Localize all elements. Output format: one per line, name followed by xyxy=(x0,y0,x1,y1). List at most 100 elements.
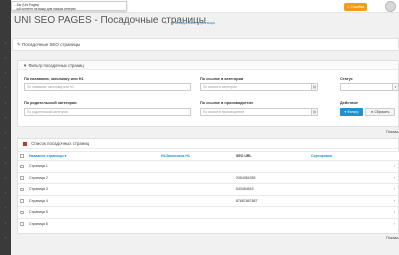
row-select-cell xyxy=(18,194,26,207)
row-name: Страница 6 xyxy=(26,217,158,230)
select-all-cell xyxy=(18,151,26,161)
pagination-info-top: Показа xyxy=(386,130,399,134)
sidebar-icon[interactable]: › xyxy=(0,115,11,120)
pagination-info-bottom: Показа xyxy=(386,236,399,240)
row-name: Страница 2 xyxy=(26,171,158,184)
row-checkbox[interactable] xyxy=(20,222,24,226)
edit-icon[interactable]: › xyxy=(373,160,399,172)
sidebar-icon[interactable]: › xyxy=(0,100,11,105)
subpanel-title: Посадочные SEO страницы xyxy=(22,42,81,47)
reset-button[interactable]: ✕ Сбросить xyxy=(365,108,395,116)
column-action-header xyxy=(373,151,399,161)
filter-status-select[interactable]: ▾ xyxy=(340,83,399,91)
column-h1-header[interactable]: H1/Заголовок H1 xyxy=(158,151,233,161)
table-row: Страница 4 87687667687 › xyxy=(18,194,399,207)
table-row: Страница 3 543454543 › xyxy=(18,183,399,195)
filter-panel: ▼ Фильтр посадочных страниц По названию,… xyxy=(17,60,399,127)
filter-button[interactable]: ▾ Фильтр xyxy=(340,108,363,116)
filter-manufacturer-placeholder: По ссылке в производителе xyxy=(203,110,245,114)
sidebar-icon[interactable]: › xyxy=(0,190,11,195)
row-name: Страница 4 xyxy=(26,194,158,207)
row-h1 xyxy=(158,183,233,195)
row-url xyxy=(233,206,308,218)
row-select-cell xyxy=(18,160,26,172)
chevron-down-icon: ▾ xyxy=(392,84,398,90)
row-h1 xyxy=(158,217,233,230)
reset-icon: ✕ xyxy=(370,110,374,114)
tooltip-line: ...ый контент на вашу для поиска интерес xyxy=(14,7,76,11)
column-url-header: SEO URL xyxy=(233,151,308,161)
edit-icon[interactable]: › xyxy=(373,183,399,195)
row-checkbox[interactable] xyxy=(20,164,24,169)
edit-icon[interactable]: › xyxy=(373,194,399,207)
sidebar-icon[interactable]: › xyxy=(0,220,11,225)
row-name: Страница 1 xyxy=(26,160,158,172)
sidebar-icon[interactable]: › xyxy=(0,235,11,240)
subpanel-heading: ✎ Посадочные SEO страницы xyxy=(12,38,399,51)
table-header-row: Название страницы ▾ H1/Заголовок H1 SEO … xyxy=(18,151,399,161)
row-h1 xyxy=(158,206,233,218)
edit-icon[interactable]: › xyxy=(373,171,399,184)
row-name: Страница 5 xyxy=(26,206,158,218)
row-h1 xyxy=(158,194,233,207)
pages-list-panel: Список посадочных страниц Название стран… xyxy=(17,138,399,234)
reset-button-label: Сбросить xyxy=(374,110,390,114)
top-bar: ...Ssr (Uni Pages) ...ый контент на вашу… xyxy=(11,0,399,13)
home-icon[interactable]: ⌂ xyxy=(165,20,167,25)
filter-actions-label: Действие xyxy=(340,101,358,105)
filter-parent-label: По родительской категории xyxy=(24,101,77,105)
filter-title: Фильтр посадочных страниц xyxy=(28,63,84,68)
row-select-cell xyxy=(18,171,26,184)
row-select-cell xyxy=(18,183,26,195)
warning-button[interactable]: ⚠ Ошибка xyxy=(344,3,367,11)
sidebar-icon[interactable]: › xyxy=(0,175,11,180)
sidebar-icon[interactable]: › xyxy=(0,85,11,90)
edit-icon[interactable]: › xyxy=(373,206,399,218)
breadcrumb-link[interactable]: Посадочные страницы xyxy=(173,20,215,25)
select-all-checkbox[interactable] xyxy=(20,154,24,158)
row-sort xyxy=(308,206,373,218)
row-sort xyxy=(308,183,373,195)
sidebar-icon[interactable]: › xyxy=(0,55,11,60)
sidebar-icon[interactable]: › xyxy=(0,40,11,45)
list-icon xyxy=(23,141,27,146)
row-checkbox[interactable] xyxy=(20,199,24,203)
pages-table: Название страницы ▾ H1/Заголовок H1 SEO … xyxy=(18,151,399,230)
breadcrumb: ⌂ › Посадочные страницы xyxy=(165,20,216,25)
filter-category-placeholder: По ссылке в категории xyxy=(203,85,237,89)
filter-manufacturer-label: По ссылке в производителе xyxy=(200,101,254,105)
edit-icon[interactable]: › xyxy=(373,217,399,230)
filter-status-label: Статус xyxy=(340,77,353,81)
row-h1 xyxy=(158,171,233,184)
column-sort-header[interactable]: Сортировка xyxy=(308,151,373,161)
filter-category-input[interactable]: По ссылке в категории ⛓ xyxy=(200,83,318,91)
list-header: Список посадочных страниц xyxy=(18,139,398,149)
row-url: 87687667687 xyxy=(233,194,308,207)
filter-header: ▼ Фильтр посадочных страниц xyxy=(18,61,398,70)
row-select-cell xyxy=(18,206,26,218)
row-h1 xyxy=(158,160,233,172)
sidebar-icon[interactable]: › xyxy=(0,70,11,75)
warning-label: Ошибка xyxy=(350,5,365,9)
sidebar-icon[interactable]: › xyxy=(0,160,11,165)
avatar[interactable] xyxy=(385,1,396,12)
table-row: Страница 6 › xyxy=(18,217,399,230)
row-checkbox[interactable] xyxy=(20,187,24,192)
funnel-icon: ▾ xyxy=(344,110,347,114)
filter-parent-input[interactable]: По родительской категории xyxy=(24,108,191,116)
filter-button-label: Фильтр xyxy=(347,110,359,114)
row-checkbox[interactable] xyxy=(20,210,24,215)
filter-manufacturer-input[interactable]: По ссылке в производителе ⛓ xyxy=(200,108,318,116)
row-select-cell xyxy=(18,217,26,230)
sidebar-icon[interactable]: › xyxy=(0,130,11,135)
sidebar-icon[interactable]: › xyxy=(0,145,11,150)
row-sort xyxy=(308,171,373,184)
row-name: Страница 3 xyxy=(26,183,158,195)
row-checkbox[interactable] xyxy=(20,176,24,180)
column-name-header[interactable]: Название страницы ▾ xyxy=(26,151,158,161)
table-row: Страница 2 2054354353 › xyxy=(18,171,399,184)
sidebar-icon[interactable]: › xyxy=(0,205,11,210)
filter-name-input[interactable]: По названию, заголовку или H1 xyxy=(24,83,191,91)
row-url xyxy=(233,160,308,172)
filter-icon: ▼ xyxy=(23,63,28,68)
